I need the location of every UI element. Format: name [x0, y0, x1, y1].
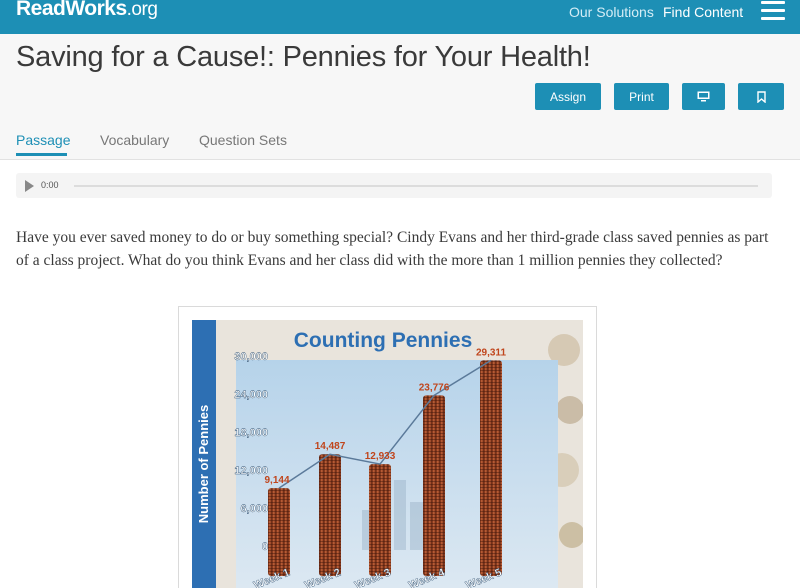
bar-value-label: 9,144 — [264, 475, 289, 486]
counting-pennies-chart: Counting Pennies Number of Pennies 0 6,00… — [192, 320, 583, 588]
y-tick-label: 12,000 — [234, 465, 268, 477]
y-tick-label: 30,000 — [234, 351, 268, 363]
play-icon[interactable] — [25, 180, 34, 192]
y-tick-label: 18,000 — [234, 427, 268, 439]
readworks-logo[interactable]: ReadWorks.org — [16, 0, 158, 21]
audio-progress-track[interactable] — [74, 185, 758, 187]
y-axis-label: Number of Pennies — [196, 405, 211, 523]
y-tick-label: 6,000 — [240, 503, 268, 515]
article-header: Saving for a Cause!: Pennies for Your He… — [0, 34, 800, 160]
penny-stack-bar — [319, 454, 341, 576]
bar-value-label: 14,487 — [315, 441, 346, 452]
y-tick-label: 0 — [262, 541, 268, 553]
nav-our-solutions[interactable]: Our Solutions — [569, 4, 654, 20]
bookmark-button[interactable] — [738, 83, 784, 110]
nav-find-content[interactable]: Find Content — [663, 4, 743, 20]
penny-stack-bar — [423, 395, 445, 576]
assign-button[interactable]: Assign — [535, 83, 601, 110]
present-button[interactable] — [682, 83, 725, 110]
penny-stack-bar — [369, 464, 391, 576]
tab-passage[interactable]: Passage — [16, 132, 70, 148]
passage-paragraph: Have you ever saved money to do or buy s… — [16, 229, 769, 269]
page-title: Saving for a Cause!: Pennies for Your He… — [16, 41, 591, 73]
print-button[interactable]: Print — [614, 83, 669, 110]
monitor-icon — [697, 91, 710, 102]
penny-stack-bar — [480, 360, 502, 576]
active-tab-indicator — [16, 153, 67, 156]
tab-question-sets[interactable]: Question Sets — [199, 132, 287, 148]
bar-value-label: 29,311 — [476, 347, 506, 358]
y-tick-label: 24,000 — [234, 389, 268, 401]
bar-value-label: 12,933 — [365, 451, 396, 462]
penny-stack-bar — [268, 488, 290, 576]
bookmark-icon — [756, 90, 766, 103]
menu-icon[interactable] — [761, 1, 785, 21]
top-navbar: ReadWorks.org Our Solutions Find Content — [0, 0, 800, 34]
tab-vocabulary[interactable]: Vocabulary — [100, 132, 169, 148]
chart-title: Counting Pennies — [294, 329, 473, 352]
audio-player: 0:00 — [16, 173, 772, 198]
audio-time: 0:00 — [41, 180, 59, 190]
bar-value-label: 23,776 — [419, 382, 450, 393]
